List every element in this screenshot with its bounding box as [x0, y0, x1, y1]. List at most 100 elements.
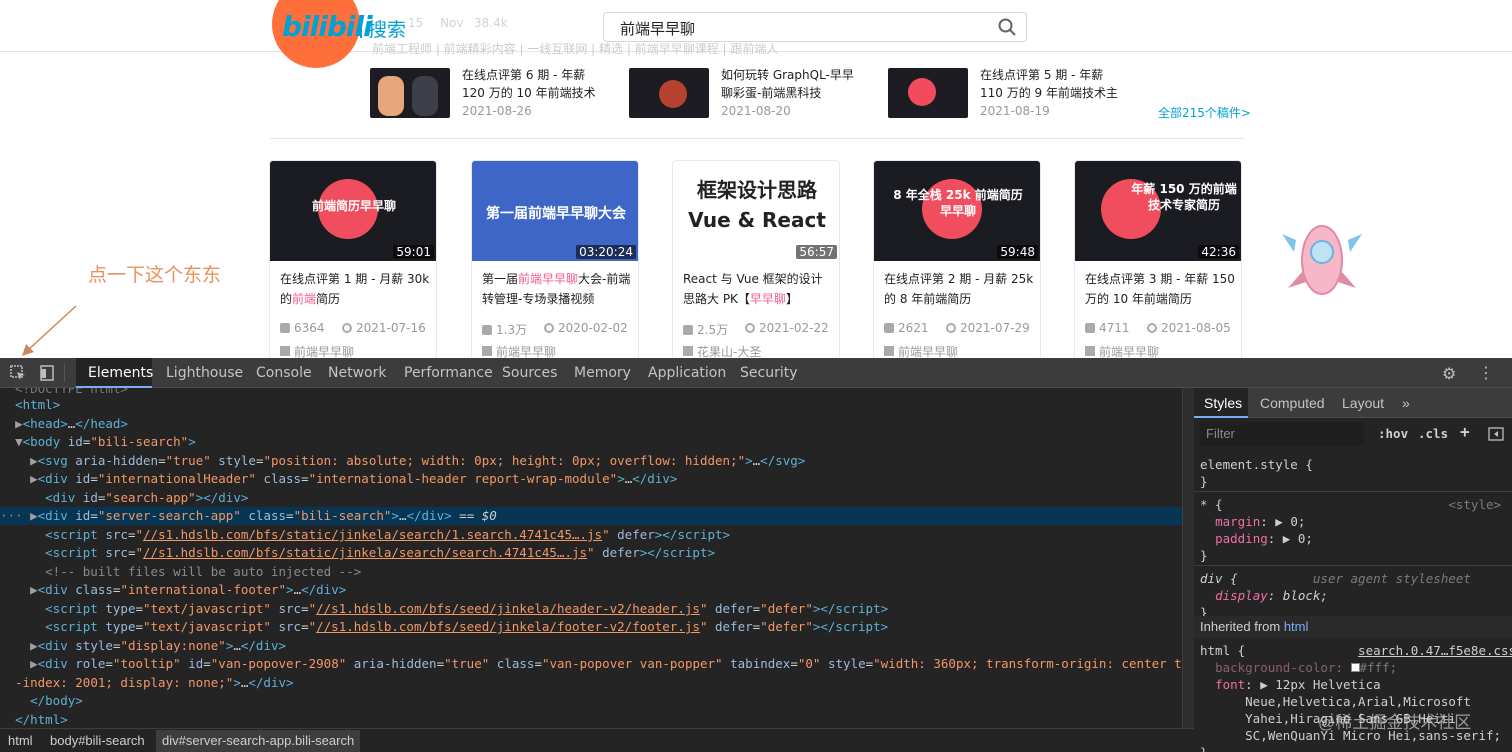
dom-line[interactable]: </body> [0, 692, 1182, 710]
video-title[interactable]: React 与 Vue 框架的设计思路大 PK【早早聊】 [683, 269, 833, 309]
styles-filter-input[interactable]: Filter [1200, 422, 1364, 446]
uploader[interactable]: 前端早早聊 [280, 343, 354, 358]
dom-line[interactable]: <html> [0, 396, 1182, 414]
recent-video[interactable]: 在线点评第 6 期 - 年薪 120 万的 10 年前端技术 2021-08-2… [370, 68, 610, 120]
dom-line[interactable]: ▶<head>…</head> [0, 415, 1182, 433]
recent-video[interactable]: 在线点评第 5 期 - 年薪 110 万的 9 年前端技术主 2021-08-1… [888, 68, 1128, 120]
video-thumbnail[interactable] [370, 68, 450, 118]
dom-line[interactable]: ▶<div role="tooltip" id="van-popover-290… [0, 655, 1182, 673]
video-thumbnail[interactable]: 8 年全栈 25k 前端简历早早聊 59:48 [874, 161, 1040, 261]
video-card[interactable]: 年薪 150 万的前端技术专家简历 42:36 在线点评第 3 期 - 年薪 1… [1074, 160, 1242, 358]
uploader-name[interactable]: 花果山-大圣 [697, 345, 761, 358]
dom-line[interactable]: <script type="text/javascript" src="//s1… [0, 618, 1182, 636]
back-to-top-rocket-icon[interactable] [1276, 214, 1368, 306]
video-title[interactable]: 在线点评第 6 期 - 年薪 120 万的 10 年前端技术 [462, 66, 602, 102]
uploader[interactable]: 前端早早聊 [1085, 343, 1159, 358]
style-rule: } [1200, 474, 1208, 489]
style-rule[interactable]: html { search.0.47…f5e8e.css:1 [1200, 642, 1512, 659]
annotation-text: 点一下这个东东 [88, 264, 222, 286]
dom-line[interactable]: ▶<div id="internationalHeader" class="in… [0, 470, 1182, 488]
video-thumbnail[interactable]: 前端简历早早聊 59:01 [270, 161, 436, 261]
tab-security[interactable]: Security [740, 365, 798, 381]
dom-tree[interactable]: <!DOCTYPE html> <html> ▶<head>…</head> ▼… [0, 388, 1182, 728]
dom-line[interactable]: ▶<div class="international-footer">…</di… [0, 581, 1182, 599]
video-title[interactable]: 在线点评第 1 期 - 月薪 30k 的前端简历 [280, 269, 430, 309]
video-card[interactable]: 框架设计思路 Vue & React 56:57 React 与 Vue 框架的… [672, 160, 840, 358]
cls-toggle[interactable]: .cls [1418, 426, 1448, 441]
dom-line[interactable]: <script src="//s1.hdslb.com/bfs/static/j… [0, 544, 1182, 562]
dom-line[interactable]: -index: 2001; display: none;">…</div> [0, 674, 1182, 692]
add-rule-icon[interactable]: + [1460, 422, 1470, 441]
tab-application[interactable]: Application [648, 365, 726, 381]
tab-console[interactable]: Console [256, 365, 312, 381]
faint-stat: 38.4k [474, 16, 508, 30]
tab-memory[interactable]: Memory [574, 365, 631, 381]
video-duration: 42:36 [1198, 245, 1239, 259]
video-title[interactable]: 第一届前端早早聊大会-前端转管理-专场录播视频 [482, 269, 632, 309]
title-part: 第一届 [482, 272, 519, 286]
rule-separator [1194, 565, 1512, 566]
style-declaration[interactable]: padding: ▶ 0; [1200, 530, 1313, 547]
uploader[interactable]: 前端早早聊 [884, 343, 958, 358]
style-declaration[interactable]: font: ▶ 12px Helvetica [1200, 676, 1381, 693]
dom-line[interactable]: <div id="search-app"></div> [0, 489, 1182, 507]
video-card[interactable]: 第一届前端早早聊大会 03:20:24 第一届前端早早聊大会-前端转管理-专场录… [471, 160, 639, 358]
dom-line-selected[interactable]: ··· ▶<div id="server-search-app" class="… [0, 507, 1182, 525]
video-thumbnail[interactable]: 第一届前端早早聊大会 03:20:24 [472, 161, 638, 261]
dom-line[interactable]: ▶<div style="display:none">…</div> [0, 637, 1182, 655]
video-title[interactable]: 在线点评第 2 期 - 月薪 25k 的 8 年前端简历 [884, 269, 1034, 309]
uploader-name[interactable]: 前端早早聊 [294, 345, 354, 358]
dom-line[interactable]: <!-- built files will be auto injected -… [0, 563, 1182, 581]
tab-computed[interactable]: Computed [1260, 395, 1325, 411]
dom-line[interactable]: </html> [0, 711, 1182, 728]
tab-elements[interactable]: Elements [88, 365, 153, 381]
hov-toggle[interactable]: :hov [1378, 426, 1408, 441]
gear-icon[interactable]: ⚙ [1442, 364, 1456, 383]
more-options-icon[interactable]: ⋮ [1478, 363, 1494, 382]
bilibili-logo[interactable]: bilibili [282, 10, 373, 43]
video-thumbnail[interactable]: 年薪 150 万的前端技术专家简历 42:36 [1075, 161, 1241, 261]
uploader[interactable]: 花果山-大圣 [683, 343, 761, 358]
tab-performance[interactable]: Performance [404, 365, 493, 381]
video-card[interactable]: 前端简历早早聊 59:01 在线点评第 1 期 - 月薪 30k 的前端简历 6… [269, 160, 437, 358]
uploader[interactable]: 前端早早聊 [482, 343, 556, 358]
tab-layout[interactable]: Layout [1342, 395, 1384, 411]
more-tabs-button[interactable]: » [1402, 395, 1410, 411]
inherited-element-link[interactable]: html [1284, 619, 1309, 634]
video-thumbnail[interactable]: 框架设计思路 Vue & React 56:57 [673, 161, 839, 261]
user-icon [482, 346, 492, 356]
style-declaration[interactable]: background-color: #fff; [1200, 659, 1397, 676]
device-toolbar-icon[interactable] [38, 364, 56, 382]
video-thumbnail[interactable] [629, 68, 709, 118]
search-icon[interactable] [998, 18, 1016, 36]
uploader-name[interactable]: 前端早早聊 [1099, 345, 1159, 358]
dom-line[interactable]: ▼<body id="bili-search"> [0, 433, 1182, 451]
recent-video[interactable]: 如何玩转 GraphQL-早早聊彩蛋-前端黑科技 2021-08-20 [629, 68, 869, 120]
search-input[interactable]: 前端早早聊 [603, 12, 1027, 42]
dom-line[interactable]: <script src="//s1.hdslb.com/bfs/static/j… [0, 526, 1182, 544]
video-title[interactable]: 如何玩转 GraphQL-早早聊彩蛋-前端黑科技 [721, 66, 861, 102]
breadcrumb-item[interactable]: html [8, 733, 33, 748]
tab-network[interactable]: Network [328, 365, 386, 381]
user-icon [280, 346, 290, 356]
video-card[interactable]: 8 年全栈 25k 前端简历早早聊 59:48 在线点评第 2 期 - 月薪 2… [873, 160, 1041, 358]
video-title[interactable]: 在线点评第 5 期 - 年薪 110 万的 9 年前端技术主 [980, 66, 1120, 102]
tab-lighthouse[interactable]: Lighthouse [166, 365, 243, 381]
all-videos-link[interactable]: 全部215个稿件> [1158, 104, 1251, 121]
tab-sources[interactable]: Sources [502, 365, 557, 381]
dom-line[interactable]: <script type="text/javascript" src="//s1… [0, 600, 1182, 618]
style-rule[interactable]: element.style { [1200, 456, 1313, 473]
video-thumbnail[interactable] [888, 68, 968, 118]
panel-resizer[interactable] [1182, 388, 1194, 728]
element-picker-icon[interactable] [9, 364, 27, 382]
uploader-name[interactable]: 前端早早聊 [496, 345, 556, 358]
dom-line[interactable]: ▶<svg aria-hidden="true" style="position… [0, 452, 1182, 470]
uploader-name[interactable]: 前端早早聊 [898, 345, 958, 358]
video-title[interactable]: 在线点评第 3 期 - 年薪 150 万的 10 年前端简历 [1085, 269, 1235, 309]
style-declaration[interactable]: margin: ▶ 0; [1200, 513, 1305, 530]
breadcrumb-item[interactable]: body#bili-search [50, 733, 145, 748]
breadcrumb-item-selected[interactable]: div#server-search-app.bili-search [156, 730, 361, 752]
toggle-sidebar-icon[interactable] [1488, 426, 1504, 442]
style-rule[interactable]: * { <style> [1200, 496, 1501, 513]
tab-styles[interactable]: Styles [1204, 395, 1242, 411]
